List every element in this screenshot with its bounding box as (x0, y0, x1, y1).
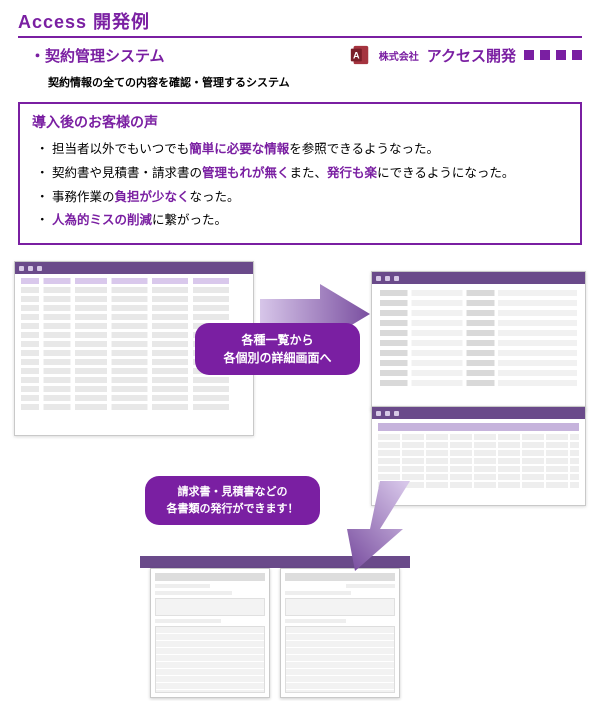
testimonial-box: 導入後のお客様の声 担当者以外でもいつでも簡単に必要な情報を参照できるようなった… (18, 102, 582, 245)
decorative-squares (524, 50, 582, 60)
window-chrome (372, 272, 585, 284)
arrow-down-icon (325, 481, 415, 571)
flow-diagram: 各種一覧から 各個別の詳細画面へ 請求書・見積書などの 各書類の発行ができます！ (10, 261, 590, 701)
brand-block: A 株式会社 アクセス開発 (349, 44, 582, 66)
page-title: Access 開発例 (18, 8, 150, 34)
testimonial-list: 担当者以外でもいつでも簡単に必要な情報を参照できるようなった。 契約書や見積書・… (32, 138, 568, 233)
document-preview-quote (280, 568, 400, 698)
testimonial-heading: 導入後のお客様の声 (32, 112, 568, 132)
system-name: ・契約管理システム (30, 45, 165, 66)
callout-issue-docs: 請求書・見積書などの 各書類の発行ができます！ (145, 476, 320, 525)
detail-window (371, 271, 586, 411)
system-description: 契約情報の全ての内容を確認・管理するシステム (0, 66, 600, 90)
brand-prefix: 株式会社 (379, 48, 419, 63)
svg-text:A: A (353, 51, 360, 61)
access-icon: A (349, 44, 371, 66)
window-chrome (15, 262, 253, 274)
testimonial-item: 事務作業の負担が少なくなった。 (36, 186, 568, 210)
testimonial-item: 契約書や見積書・請求書の管理もれが無くまた、発行も楽にできるようになった。 (36, 162, 568, 186)
window-chrome (372, 407, 585, 419)
callout-list-to-detail: 各種一覧から 各個別の詳細画面へ (195, 323, 360, 375)
testimonial-item: 人為的ミスの削減に繋がった。 (36, 209, 568, 233)
testimonial-item: 担当者以外でもいつでも簡単に必要な情報を参照できるようなった。 (36, 138, 568, 162)
document-preview-invoice (150, 568, 270, 698)
brand-name: アクセス開発 (427, 45, 516, 66)
